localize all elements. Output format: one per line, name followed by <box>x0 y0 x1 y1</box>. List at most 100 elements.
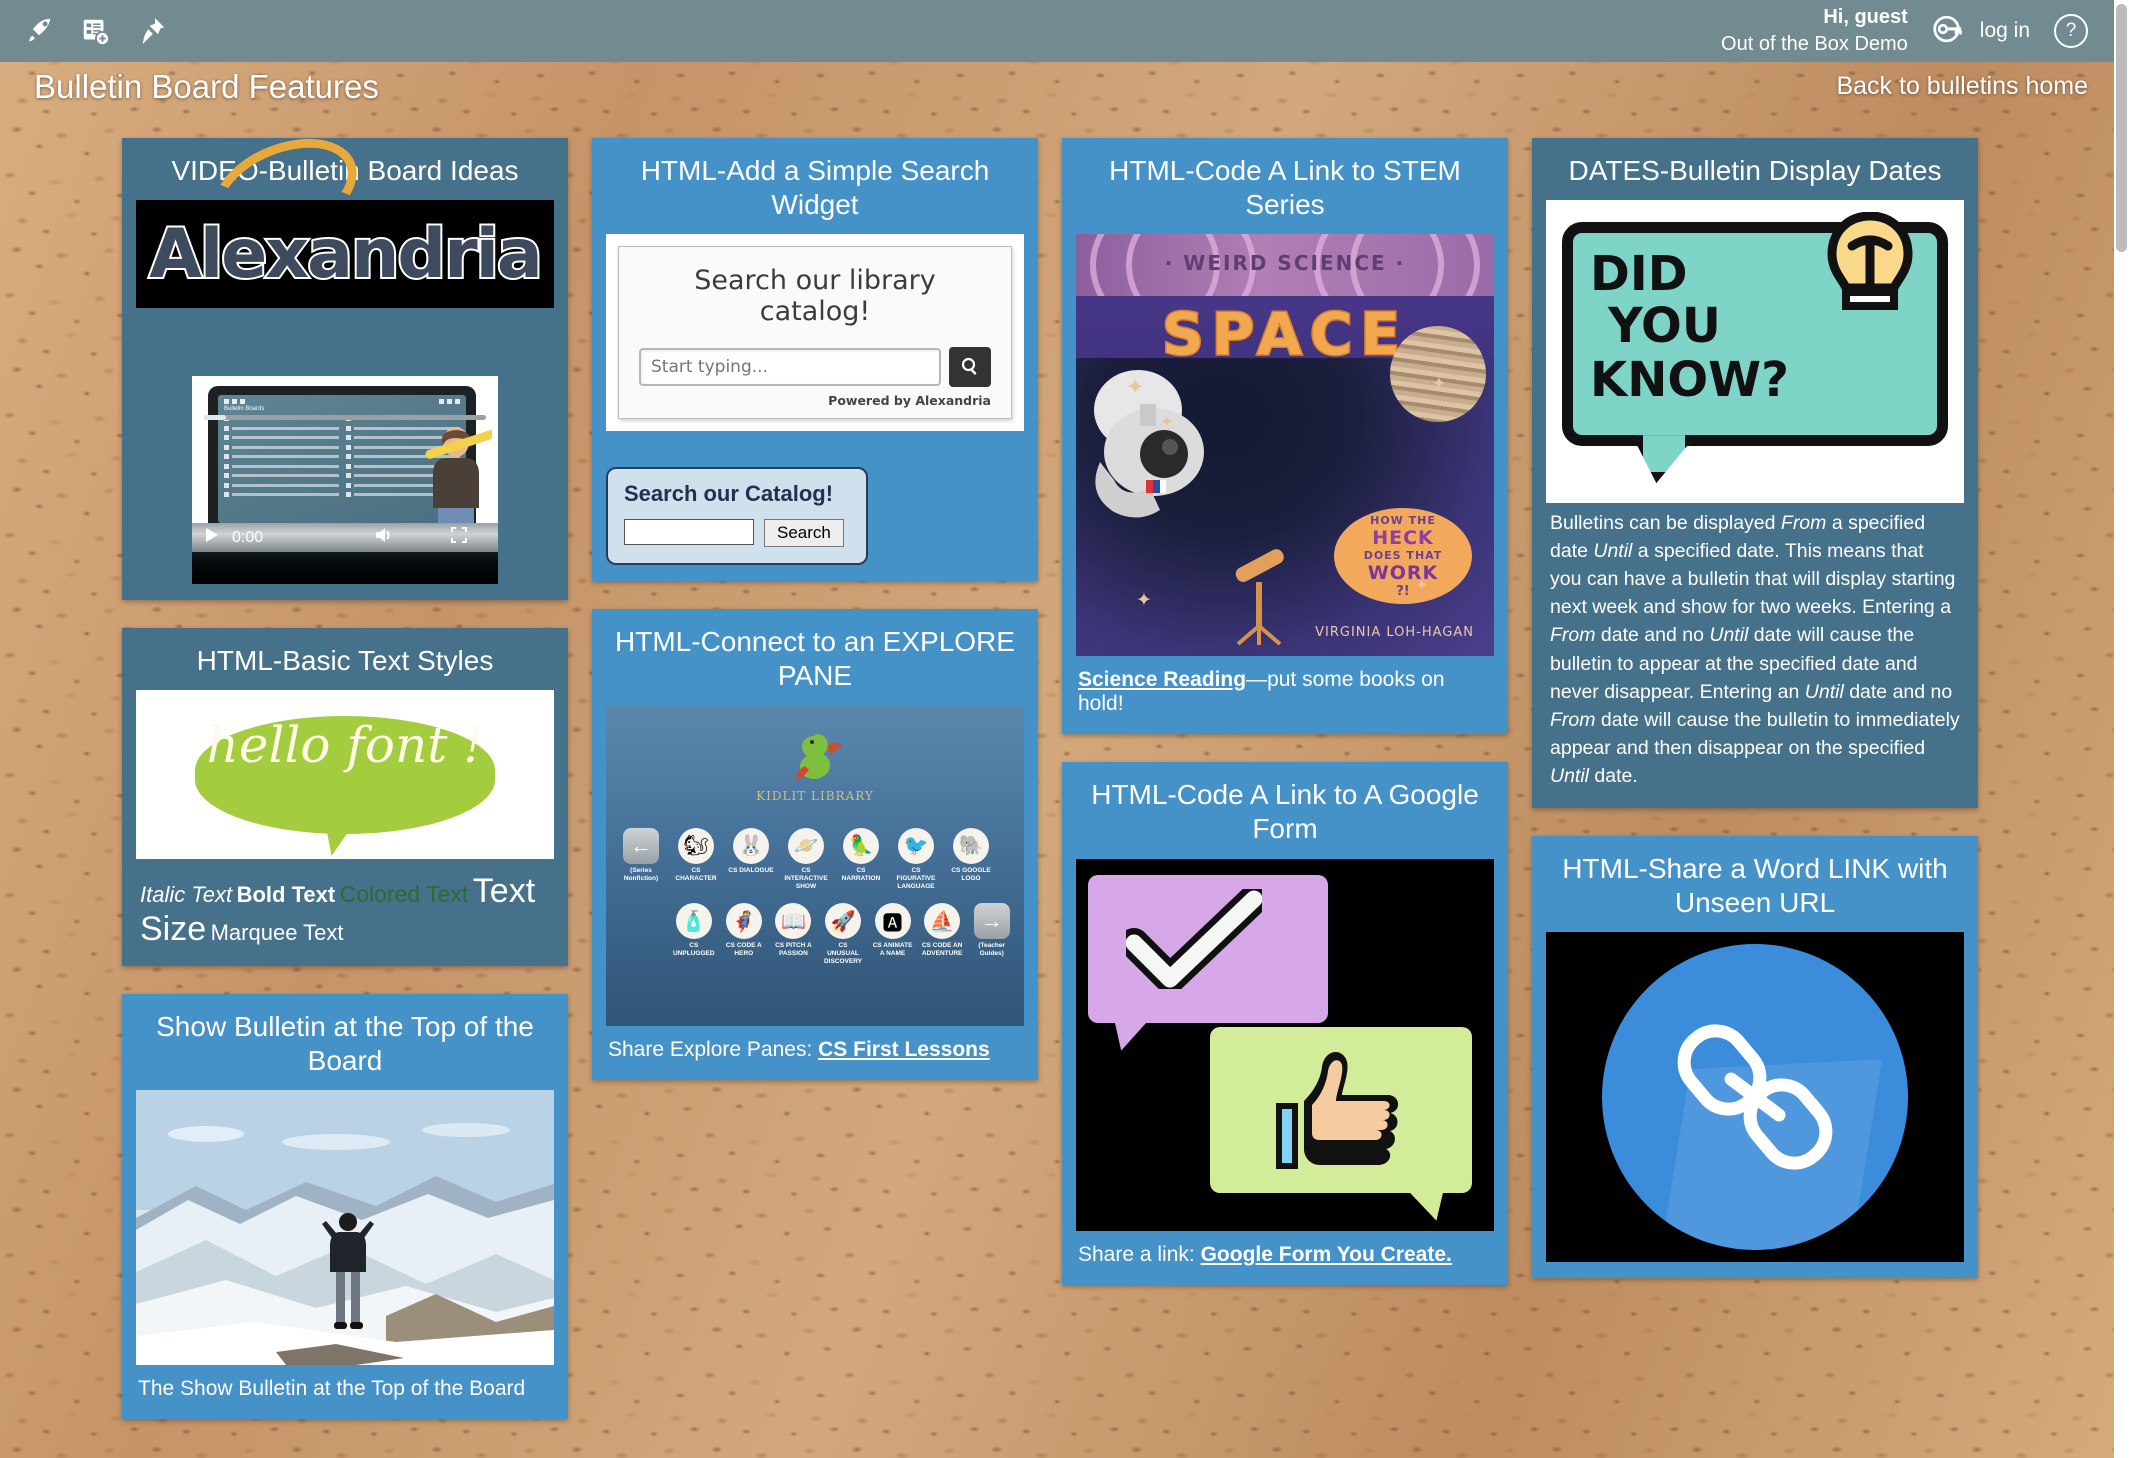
explore-item[interactable]: 🚀 CS UNUSUAL DISCOVERY <box>823 903 864 966</box>
italic-text-sample: Italic Text <box>140 882 233 908</box>
explore-item[interactable]: 🦸 CS CODE A HERO <box>724 903 765 966</box>
organization-name: Out of the Box Demo <box>1721 33 1908 55</box>
card-caption: Share Explore Panes: CS First Lessons <box>606 1026 1024 1064</box>
card-title: HTML-Connect to an EXPLORE PANE <box>615 626 1015 692</box>
video-progress-area <box>192 552 498 585</box>
star-icon: ✦ <box>1136 590 1152 612</box>
login-label: log in <box>1979 19 2030 42</box>
explore-item[interactable]: 🅰 CS ANIMATE A NAME <box>872 903 913 966</box>
rocket-icon: 🚀 <box>824 903 861 939</box>
badge-line-5: ?! <box>1396 583 1410 599</box>
add-bulletin-icon[interactable] <box>78 14 112 48</box>
card-title: Show Bulletin at the Top of the Board <box>156 1011 534 1077</box>
explore-item-label: CS CHARACTER <box>675 866 717 882</box>
board-column-2: HTML-Add a Simple Search Widget Search o… <box>592 138 1038 1108</box>
card-title: HTML-Basic Text Styles <box>196 645 494 677</box>
topbar-right: Hi, guest Out of the Box Demo log in ? <box>1721 4 2114 58</box>
explore-item[interactable]: 🐰 CS DIALOGUE <box>728 827 774 891</box>
star-icon: ✦ <box>1431 374 1446 394</box>
page-header: Bulletin Board Features Back to bulletin… <box>0 62 2114 114</box>
card-caption: The Show Bulletin at the Top of the Boar… <box>138 1377 526 1401</box>
pushpin-icon[interactable] <box>134 14 168 48</box>
card-bulletin-display-dates[interactable]: DATES-Bulletin Display Dates DID YOU KNO… <box>1532 138 1978 808</box>
hero-icon: 🦸 <box>725 903 762 939</box>
book-icon: 📖 <box>775 903 812 939</box>
badge-line-3: DOES THAT <box>1363 548 1443 562</box>
cover-series-band: · WEIRD SCIENCE · <box>1076 234 1494 297</box>
kidlit-library-logo: KIDLIT LIBRARY <box>606 730 1024 803</box>
explore-item[interactable]: 📖 CS PITCH A PASSION <box>773 903 814 966</box>
explore-item[interactable]: 🪐 CS INTERACTIVE SHOW <box>783 827 829 891</box>
explore-item[interactable]: → (Teacher Guides) <box>971 903 1012 966</box>
card-share-word-link[interactable]: HTML-Share a Word LINK with Unseen URL <box>1532 835 1978 1279</box>
explore-item[interactable]: 🐘 CS GOOGLE LOGO <box>948 827 994 891</box>
page-scrollbar-thumb[interactable] <box>2116 4 2127 252</box>
back-to-bulletins-home-link[interactable]: Back to bulletins home <box>1836 72 2088 101</box>
did-you-know-image: DID YOU KNOW? <box>1546 200 1964 504</box>
explore-item[interactable]: ← (Series Nonfiction) <box>618 827 664 891</box>
science-reading-link[interactable]: Science Reading <box>1078 668 1246 691</box>
card-link-to-google-form[interactable]: HTML-Code A Link to A Google Form Share … <box>1062 762 1508 1285</box>
explore-item[interactable]: 🐿 CS CHARACTER <box>673 827 719 891</box>
badge-line-1: HOW THE <box>1370 513 1436 527</box>
powered-by-label: Powered by Alexandria <box>828 393 991 409</box>
alexandria-logo-text: Alexandria <box>147 213 545 296</box>
colored-text-sample: Colored Text <box>339 881 469 908</box>
google-form-link[interactable]: Google Form You Create. <box>1201 1243 1452 1266</box>
card-video-bulletin-board-ideas[interactable]: VIDEO-Bulletin Board Ideas Alexandria Bu… <box>122 119 568 601</box>
card-title: HTML-Add a Simple Search Widget <box>640 155 990 221</box>
explore-item[interactable]: 🐦 CS FIGURATIVE LANGUAGE <box>893 827 939 891</box>
cover-author-text: VIRGINIA LOH-HAGAN <box>1315 625 1474 641</box>
fullscreen-icon[interactable] <box>451 527 468 548</box>
explore-pane-image: KIDLIT LIBRARY ← (Series Nonfiction) 🐿 C… <box>606 705 1024 1026</box>
rabbit-icon: 🐰 <box>733 827 769 864</box>
blue-circle-shape <box>1602 944 1908 1251</box>
explore-pane-row-1: ← (Series Nonfiction) 🐿 CS CHARACTER 🐰 C… <box>618 827 1012 891</box>
explore-item-label: CS NARRATION <box>841 866 881 882</box>
catalog-search-input[interactable] <box>639 348 941 387</box>
explore-item[interactable]: ⛵ CS CODE AN ADVENTURE <box>922 903 962 966</box>
board-column-1: VIDEO-Bulletin Board Ideas Alexandria Bu… <box>122 119 568 1447</box>
display-dates-description: Bulletins can be displayed From a specif… <box>1550 512 1960 787</box>
card-show-bulletin-at-top[interactable]: Show Bulletin at the Top of the Board Th… <box>122 994 568 1420</box>
card-simple-search-widget[interactable]: HTML-Add a Simple Search Widget Search o… <box>592 138 1038 582</box>
catalog-search-button[interactable] <box>949 347 991 388</box>
video-player[interactable]: Bulletin Boards 0:00 <box>192 376 498 585</box>
did-you-know-line-3: KNOW? <box>1590 352 1789 409</box>
card-basic-text-styles[interactable]: HTML-Basic Text Styles hello font ! Ital… <box>122 628 568 967</box>
marquee-text-sample: Marquee Text <box>210 919 344 945</box>
login-button[interactable]: log in <box>1932 12 2030 51</box>
bottle-icon: 🧴 <box>675 903 712 939</box>
video-controls[interactable]: 0:00 <box>192 523 498 553</box>
catalog-form-input[interactable] <box>624 519 754 546</box>
explore-pane-row-2: 🧴 CS UNPLUGGED 🦸 CS CODE A HERO 📖 CS PIT… <box>618 903 1012 966</box>
play-button[interactable] <box>204 527 220 548</box>
rocket-icon[interactable] <box>22 14 56 48</box>
chain-link-icon <box>1677 1024 1833 1170</box>
explore-item-label: CS UNUSUAL DISCOVERY <box>823 942 862 966</box>
video-seek-bar[interactable] <box>204 415 486 421</box>
catalog-form-heading: Search our Catalog! <box>624 481 834 507</box>
explore-item-label: CS UNPLUGGED <box>673 942 715 958</box>
page-scrollbar-track[interactable] <box>2114 0 2129 1458</box>
explore-item[interactable]: 🧴 CS UNPLUGGED <box>673 903 715 966</box>
explore-item-label: CS CODE A HERO <box>725 942 762 958</box>
search-widget-frame: Search our library catalog! Start typing… <box>606 234 1024 432</box>
card-connect-to-explore-pane[interactable]: HTML-Connect to an EXPLORE PANE KIDLIT L… <box>592 609 1038 1080</box>
book-cover-art: · WEIRD SCIENCE · SPACE HOW THE HECK DOE… <box>1076 234 1494 657</box>
catalog-form-search-button[interactable]: Search <box>764 519 844 548</box>
explore-item[interactable]: 🦜 CS NARRATION <box>838 827 884 891</box>
letter-a-icon: 🅰 <box>874 903 911 939</box>
search-widget: Search our library catalog! Start typing… <box>618 246 1012 420</box>
card-link-to-stem-series[interactable]: HTML-Code A Link to STEM Series · WEIRD … <box>1062 138 1508 735</box>
volume-icon[interactable] <box>375 527 395 548</box>
search-widget-heading: Search our library catalog! <box>694 265 936 328</box>
key-icon <box>1932 12 1972 51</box>
space-book-cover: · WEIRD SCIENCE · SPACE HOW THE HECK DOE… <box>1076 234 1494 657</box>
cs-first-lessons-link[interactable]: CS First Lessons <box>818 1038 990 1061</box>
catalog-search-form: Search our Catalog! Search <box>606 467 868 566</box>
help-icon[interactable]: ? <box>2054 14 2088 48</box>
sailboat-icon: ⛵ <box>924 903 961 939</box>
did-you-know-line-1: DID <box>1590 246 1688 303</box>
mountain-photo <box>136 1090 554 1366</box>
